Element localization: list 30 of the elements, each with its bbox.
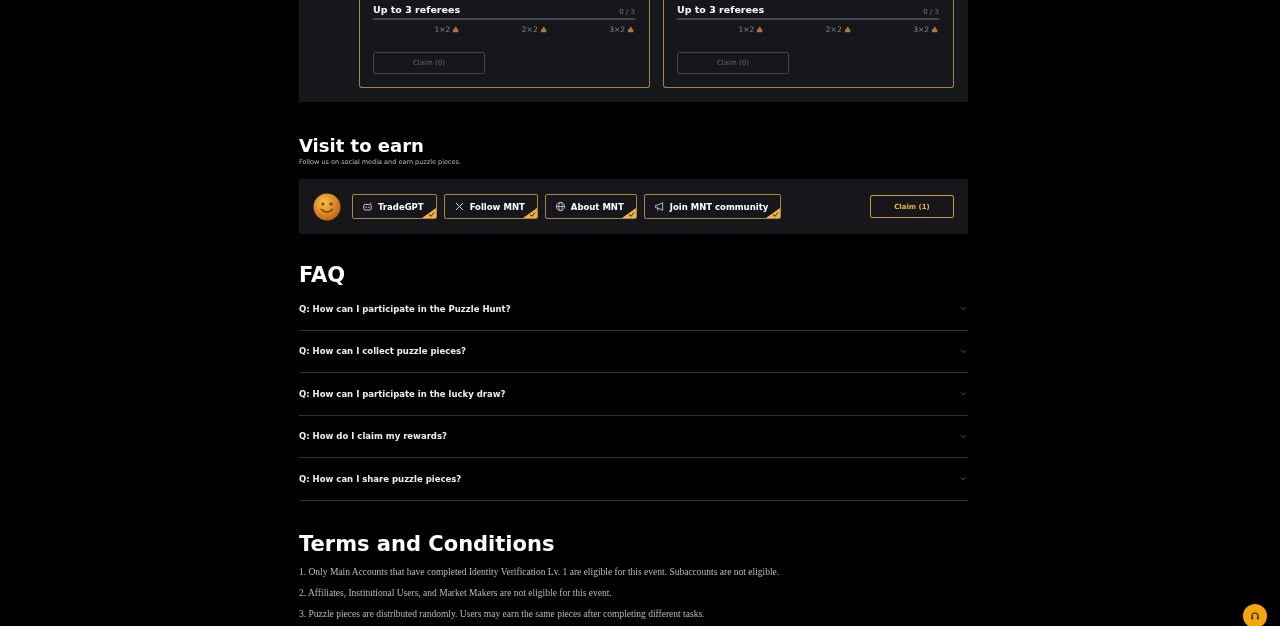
puzzle-piece-icon xyxy=(451,25,461,34)
section-title: FAQ xyxy=(299,262,347,288)
faq-item[interactable]: Q: How can I participate in the lucky draw? xyxy=(299,373,968,416)
task-button[interactable]: Join MNT community xyxy=(643,194,782,219)
terms-item: 1. Only Main Accounts that have completed Identity Verification Lv. 1 are eligible for this event. Subaccounts are not eligible. xyxy=(299,566,781,578)
puzzle-piece-icon xyxy=(626,25,635,34)
section-title: Visit to earn xyxy=(299,135,425,157)
task-button[interactable]: TradeGPT xyxy=(352,194,437,219)
terms-item: 2. Affiliates, Institutional Users, and Market Makers are not eligible for this event. xyxy=(299,587,613,599)
card-title: Up to 3 referees xyxy=(677,4,765,16)
puzzle-piece-icon xyxy=(538,25,548,34)
section-title: Terms and Conditions xyxy=(299,530,556,557)
faq-item[interactable]: Q: How can I collect puzzle pieces? xyxy=(299,330,968,373)
terms-item: 3. Puzzle pieces are distributed randomly. Users may earn the same pieces after completing different tasks. xyxy=(299,608,706,620)
smiley-avatar-icon xyxy=(313,192,341,221)
task-button[interactable]: About MNT xyxy=(544,194,637,219)
puzzle-piece-icon xyxy=(842,25,852,34)
faq-item[interactable]: Q: How can I share puzzle pieces? xyxy=(299,458,968,501)
puzzle-piece-icon xyxy=(930,25,939,34)
support-button[interactable] xyxy=(1243,604,1267,626)
task-button[interactable]: Follow MNT xyxy=(443,194,538,219)
faq-item[interactable]: Q: How can I participate in the Puzzle Hunt? xyxy=(299,288,968,331)
robot-icon xyxy=(362,201,373,212)
x-logo-icon xyxy=(453,201,465,212)
faq-item[interactable]: Q: How do I claim my rewards? xyxy=(299,415,968,458)
headset-icon xyxy=(1249,610,1261,622)
puzzle-piece-icon xyxy=(755,25,765,34)
megaphone-icon xyxy=(653,201,665,212)
globe-icon xyxy=(554,201,566,212)
card-title: Up to 3 referees xyxy=(373,4,461,16)
